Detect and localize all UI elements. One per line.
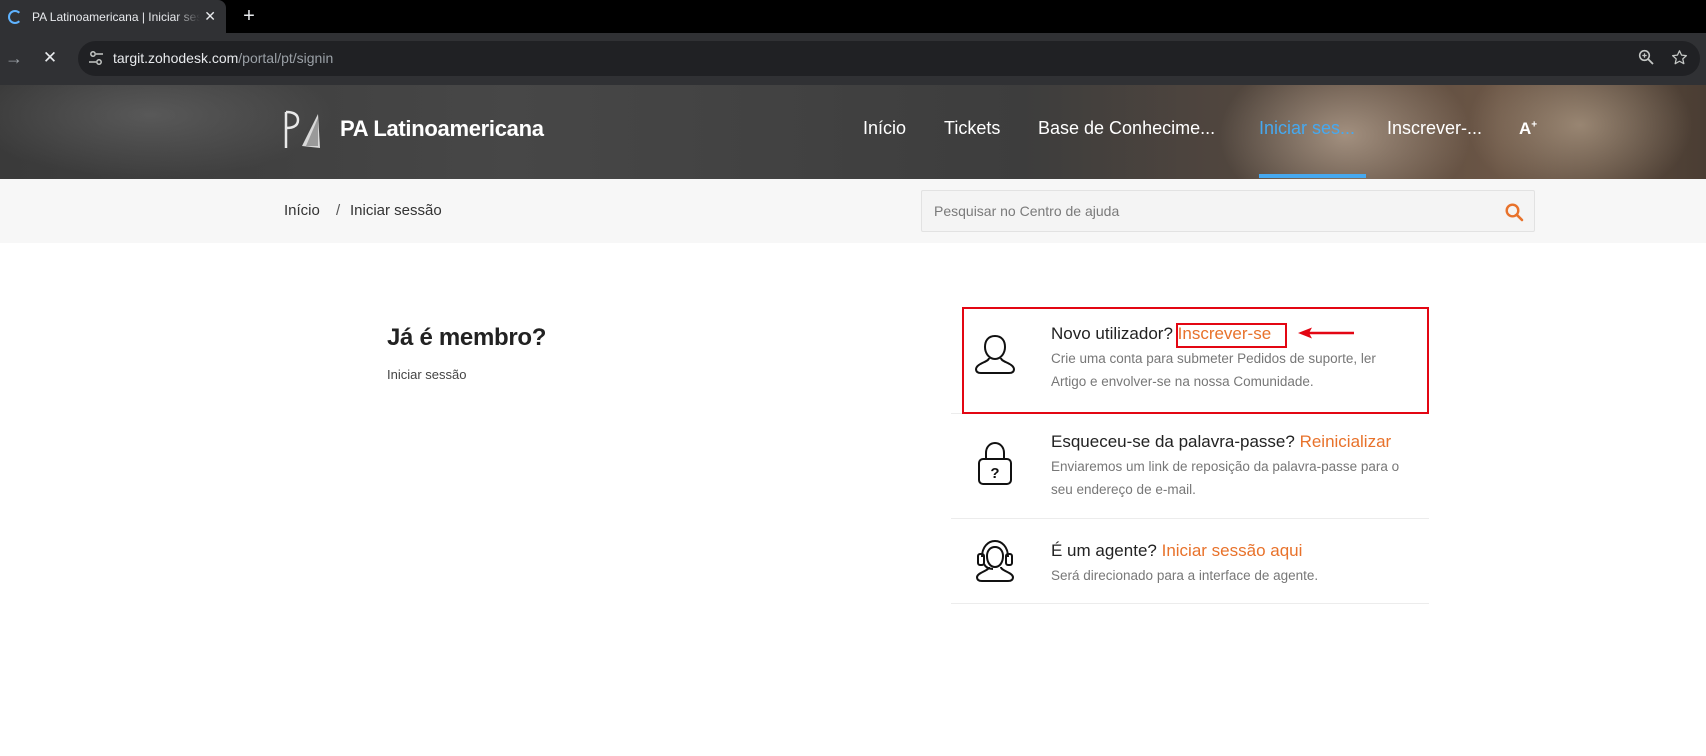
nav-sign-in[interactable]: Iniciar ses... bbox=[1259, 118, 1355, 146]
star-icon[interactable] bbox=[1671, 49, 1688, 66]
search-icon[interactable] bbox=[1504, 202, 1524, 222]
agent-sign-in-link[interactable]: Iniciar sessão aqui bbox=[1162, 541, 1303, 560]
nav-home[interactable]: Início bbox=[863, 118, 906, 146]
forgot-password-question: Esqueceu-se da palavra-passe? bbox=[1051, 432, 1295, 451]
tune-icon[interactable] bbox=[88, 50, 104, 66]
tab-close-icon[interactable]: ✕ bbox=[204, 8, 216, 24]
svg-text:?: ? bbox=[990, 465, 999, 482]
site-header: PA Latinoamericana Início Tickets Base d… bbox=[0, 85, 1706, 179]
browser-toolbar: → ✕ targit.zohodesk.com/portal/pt/signin bbox=[0, 33, 1706, 85]
user-icon bbox=[974, 334, 1016, 374]
browser-tab-active[interactable]: PA Latinoamericana | Iniciar sessão ✕ bbox=[0, 0, 226, 33]
sign-up-link[interactable]: Inscrever-se bbox=[1178, 324, 1272, 343]
new-user-heading: Novo utilizador? Inscrever-se bbox=[1051, 324, 1271, 344]
url-host: targit.zohodesk.com bbox=[113, 50, 239, 66]
member-title: Já é membro? bbox=[387, 324, 547, 351]
pa-logo-icon[interactable] bbox=[284, 110, 322, 150]
forward-icon[interactable]: → bbox=[3, 47, 25, 69]
browser-tab-strip: PA Latinoamericana | Iniciar sessão ✕ + bbox=[0, 0, 1706, 33]
new-tab-icon[interactable]: + bbox=[238, 5, 260, 27]
brand-name[interactable]: PA Latinoamericana bbox=[340, 116, 544, 142]
nav-tickets[interactable]: Tickets bbox=[944, 118, 1000, 146]
breadcrumb-home[interactable]: Início bbox=[284, 202, 320, 219]
forgot-password-description: Enviaremos um link de reposição da palav… bbox=[1051, 459, 1400, 497]
address-bar[interactable]: targit.zohodesk.com/portal/pt/signin bbox=[78, 41, 1700, 76]
breadcrumb-search-bar: Início / Iniciar sessão bbox=[0, 179, 1706, 243]
breadcrumb-separator: / bbox=[336, 202, 341, 219]
agent-question: É um agente? bbox=[1051, 541, 1157, 560]
reset-password-link[interactable]: Reinicializar bbox=[1300, 432, 1392, 451]
search-box bbox=[921, 190, 1535, 232]
font-size-label: A bbox=[1519, 119, 1532, 138]
member-sign-in-link[interactable]: Iniciar sessão bbox=[387, 367, 466, 382]
option-new-user: Novo utilizador? Inscrever-se Crie uma c… bbox=[951, 307, 1429, 414]
breadcrumb-current: Iniciar sessão bbox=[350, 202, 442, 219]
forgot-password-heading: Esqueceu-se da palavra-passe? Reiniciali… bbox=[1051, 432, 1391, 452]
agent-heading: É um agente? Iniciar sessão aqui bbox=[1051, 541, 1302, 561]
lock-question-icon: ? bbox=[978, 441, 1012, 485]
active-nav-indicator bbox=[1259, 174, 1366, 178]
tab-title: PA Latinoamericana | Iniciar sessão bbox=[32, 9, 200, 24]
zoho-favicon-icon bbox=[8, 9, 22, 24]
agent-description: Será direcionado para a interface de age… bbox=[1051, 568, 1319, 583]
url-path: /portal/pt/signin bbox=[238, 50, 334, 66]
nav-sign-up[interactable]: Inscrever-... bbox=[1387, 118, 1482, 146]
new-user-question: Novo utilizador? bbox=[1051, 324, 1173, 343]
url-text: targit.zohodesk.com/portal/pt/signin bbox=[113, 50, 333, 66]
headset-agent-icon bbox=[975, 539, 1015, 582]
stop-loading-icon[interactable]: ✕ bbox=[39, 47, 61, 69]
nav-knowledge-base[interactable]: Base de Conhecime... bbox=[1038, 118, 1215, 146]
option-forgot-password: ? Esqueceu-se da palavra-passe? Reinicia… bbox=[951, 414, 1429, 519]
option-agent: É um agente? Iniciar sessão aqui Será di… bbox=[951, 519, 1429, 604]
zoom-icon[interactable] bbox=[1638, 49, 1654, 65]
search-input[interactable] bbox=[922, 191, 1482, 231]
new-user-description: Crie uma conta para submeter Pedidos de … bbox=[1051, 351, 1376, 389]
font-size-icon[interactable]: A+ bbox=[1519, 119, 1537, 139]
